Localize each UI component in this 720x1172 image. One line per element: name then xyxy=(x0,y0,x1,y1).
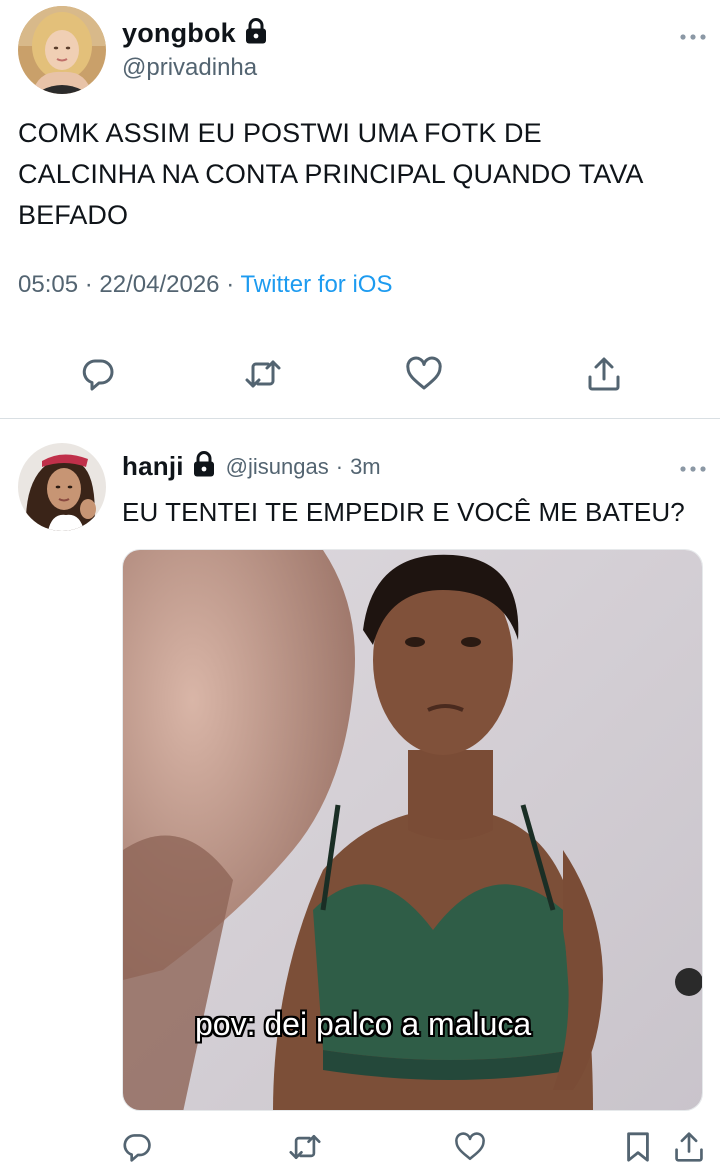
tweet-text-line: COMK ASSIM EU POSTWI UMA FOTK DE xyxy=(18,118,542,148)
retweet-icon xyxy=(245,360,281,388)
like-icon xyxy=(455,1132,485,1161)
retweet-button[interactable] xyxy=(285,1127,325,1167)
avatar[interactable] xyxy=(18,6,106,94)
display-name[interactable]: hanji xyxy=(122,451,184,482)
like-button[interactable] xyxy=(450,1127,490,1167)
share-button[interactable] xyxy=(669,1127,709,1167)
tweet-media-image[interactable]: pov: dei palco a maluca xyxy=(122,549,703,1111)
display-name[interactable]: yongbok xyxy=(122,18,236,49)
author-name-row: hanji @jisungas · 3m xyxy=(122,451,381,482)
handle[interactable]: @privadinha xyxy=(122,54,257,82)
more-options-icon[interactable] xyxy=(679,461,707,472)
main-tweet: yongbok @privadinha COMK ASSIM EU POSTWI… xyxy=(0,0,720,418)
share-icon xyxy=(588,357,620,391)
lock-icon xyxy=(244,18,268,49)
tweet-source-link[interactable]: Twitter for iOS xyxy=(240,271,392,298)
like-icon xyxy=(406,356,442,390)
reply-button[interactable] xyxy=(117,1127,157,1167)
avatar-image xyxy=(18,6,106,94)
reply-icon xyxy=(82,359,114,391)
bookmark-button[interactable] xyxy=(618,1127,658,1167)
tweet-time[interactable]: 05:05 xyxy=(18,271,78,298)
share-icon xyxy=(675,1132,703,1162)
tweet-text: EU TENTEI TE EMPEDIR E VOCÊ ME BATEU? xyxy=(122,497,685,527)
author-name-row: yongbok xyxy=(122,18,268,49)
more-options-icon[interactable] xyxy=(679,29,707,40)
action-bar xyxy=(0,1127,720,1167)
meta-separator: · xyxy=(226,271,241,298)
tweet-date[interactable]: 22/04/2026 xyxy=(99,271,219,298)
avatar-image xyxy=(18,443,106,531)
tweet-time[interactable]: 3m xyxy=(350,454,381,480)
tweet-text-line: CALCINHA NA CONTA PRINCIPAL QUANDO TAVA xyxy=(18,159,644,189)
retweet-icon xyxy=(289,1135,321,1159)
avatar[interactable] xyxy=(18,443,106,531)
lock-icon xyxy=(192,451,216,482)
handle[interactable]: @jisungas xyxy=(226,454,329,480)
meta-separator: · xyxy=(84,271,100,298)
tweet-text: COMK ASSIM EU POSTWI UMA FOTK DE CALCINH… xyxy=(18,113,708,236)
media-caption: pov: dei palco a maluca xyxy=(195,1006,532,1042)
share-button[interactable] xyxy=(584,354,624,394)
reply-tweet[interactable]: hanji @jisungas · 3m EU TENTEI TE EMPEDI… xyxy=(0,419,720,1172)
tweet-text-line: BEFADO xyxy=(18,200,129,230)
retweet-button[interactable] xyxy=(243,354,283,394)
meta-separator: · xyxy=(335,453,344,479)
bookmark-icon xyxy=(627,1132,649,1162)
tweet-meta: 05:05 · 22/04/2026 · Twitter for iOS xyxy=(18,271,392,299)
like-button[interactable] xyxy=(404,354,444,394)
reply-button[interactable] xyxy=(78,354,118,394)
action-bar xyxy=(0,354,720,394)
reply-icon xyxy=(123,1134,151,1162)
